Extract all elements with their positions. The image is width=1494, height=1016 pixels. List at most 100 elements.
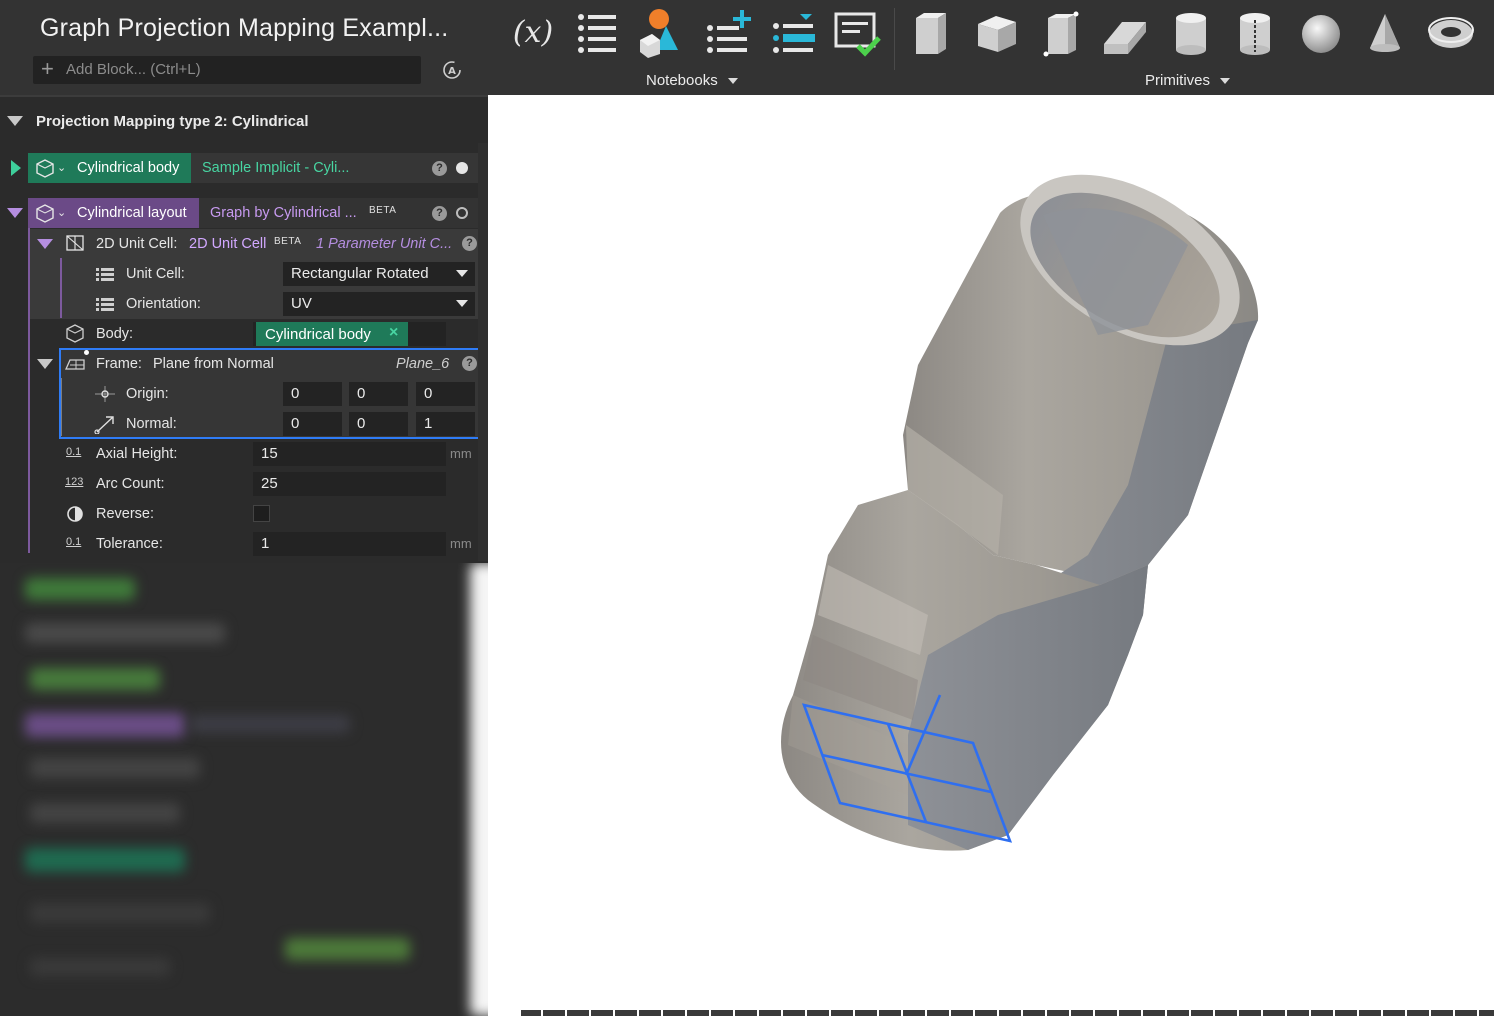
3d-viewport[interactable] <box>488 95 1494 1016</box>
help-icon[interactable]: ? <box>432 206 447 221</box>
cylindrical-body-name: Cylindrical body <box>77 160 180 176</box>
cone-primitive-icon[interactable] <box>1360 8 1410 58</box>
box-corner-primitive-icon[interactable] <box>1036 8 1086 58</box>
normal-x-input[interactable]: 0 <box>283 412 342 436</box>
arc-count-input[interactable]: 25 <box>253 472 446 496</box>
frame-name[interactable]: Plane_6 <box>396 356 449 372</box>
ruler-tick <box>1093 1010 1095 1016</box>
tolerance-label: Tolerance: <box>96 536 163 552</box>
axial-height-input[interactable]: 15 <box>253 442 446 466</box>
add-list-icon[interactable] <box>702 8 752 58</box>
ruler-tick <box>949 1010 951 1016</box>
chevron-down-icon[interactable]: ⌄ <box>57 161 66 174</box>
shapes-icon[interactable] <box>634 8 684 58</box>
list-highlight-icon[interactable] <box>768 8 818 58</box>
primitives-group-label[interactable]: Primitives <box>1145 72 1231 89</box>
checklist-icon[interactable] <box>832 8 882 58</box>
origin-z-input[interactable]: 0 <box>416 382 475 406</box>
help-icon[interactable]: ? <box>462 356 477 371</box>
ruler-tick <box>925 1010 927 1016</box>
ruler-tick <box>1213 1010 1215 1016</box>
collapse-block-icon[interactable] <box>7 208 23 218</box>
unit-cell-value: 1 Parameter Unit C... <box>316 236 453 252</box>
torus-primitive-icon[interactable] <box>1426 8 1476 58</box>
origin-y-input[interactable]: 0 <box>349 382 408 406</box>
notebook-title[interactable]: Graph Projection Mapping Exampl... <box>40 14 448 43</box>
cube-primitive-icon[interactable] <box>972 8 1022 58</box>
enum-list-icon <box>96 298 114 311</box>
ruler-tick <box>1405 1010 1407 1016</box>
cylindrical-body-value: Sample Implicit - Cyli... <box>202 160 350 176</box>
notebooks-group-label[interactable]: Notebooks <box>646 72 738 89</box>
ruler-tick <box>613 1010 615 1016</box>
point-icon <box>95 386 115 402</box>
reverse-checkbox[interactable] <box>253 505 270 522</box>
help-icon[interactable]: ? <box>462 236 477 251</box>
unit-cell-dropdown[interactable]: Rectangular Rotated <box>283 262 475 286</box>
ruler-tick <box>541 1010 543 1016</box>
orientation-dropdown[interactable]: UV <box>283 292 475 316</box>
dropdown-arrow-icon[interactable] <box>456 300 468 307</box>
ruler-tick <box>997 1010 999 1016</box>
ruler-tick <box>733 1010 735 1016</box>
ruler-tick <box>1453 1010 1455 1016</box>
normal-y-input[interactable]: 0 <box>349 412 408 436</box>
origin-x-input[interactable]: 0 <box>283 382 342 406</box>
wedge-primitive-icon[interactable] <box>1100 8 1150 58</box>
block-rail <box>60 258 62 318</box>
ruler-tick <box>1189 1010 1191 1016</box>
unit-cell-type: 2D Unit Cell <box>189 236 267 252</box>
box-primitive-icon[interactable] <box>906 8 956 58</box>
panel-scrollbar[interactable] <box>478 143 488 561</box>
dropdown-arrow-icon[interactable] <box>456 270 468 277</box>
decimal-icon: 0.1 <box>66 536 82 548</box>
body-label: Body: <box>96 326 134 342</box>
ruler-tick <box>757 1010 759 1016</box>
unit-cell-param-label: Unit Cell: <box>126 266 185 282</box>
collapse-block-icon[interactable] <box>37 239 53 249</box>
blurred-region <box>0 563 521 1016</box>
unit-cell-label: 2D Unit Cell: <box>96 236 178 252</box>
chevron-down-icon[interactable]: ⌄ <box>57 206 66 219</box>
lattice-body-icon <box>36 204 54 223</box>
cylinder-primitive-icon[interactable] <box>1166 8 1216 58</box>
sphere-primitive-icon[interactable] <box>1296 8 1346 58</box>
chevron-down-icon <box>727 78 738 85</box>
ruler-tick <box>1429 1010 1431 1016</box>
normal-z-input[interactable]: 1 <box>416 412 475 436</box>
frame-label: Frame: <box>96 356 142 372</box>
help-icon[interactable]: ? <box>432 161 447 176</box>
beta-badge: BETA <box>369 205 397 216</box>
boolean-icon <box>67 506 83 522</box>
cylinder-axis-primitive-icon[interactable] <box>1230 8 1280 58</box>
visibility-ring-icon[interactable] <box>456 207 468 219</box>
blurred-block <box>30 668 160 690</box>
cylindrical-layout-name: Cylindrical layout <box>77 205 187 221</box>
variable-icon[interactable]: (x) <box>508 8 558 58</box>
blurred-block <box>30 903 210 923</box>
auto-refresh-icon[interactable]: A <box>441 59 463 81</box>
blurred-block <box>30 958 170 976</box>
body-value: Cylindrical body <box>265 326 371 343</box>
implicit-body-icon <box>36 159 54 178</box>
expand-block-icon[interactable] <box>11 160 21 176</box>
origin-label: Origin: <box>126 386 169 402</box>
cylindrical-layout-value: Graph by Cylindrical ... <box>210 205 357 221</box>
ruler-tick <box>661 1010 663 1016</box>
ruler-tick <box>877 1010 879 1016</box>
visibility-dot-icon[interactable] <box>456 162 468 174</box>
ruler-tick <box>1165 1010 1167 1016</box>
collapse-section-icon[interactable] <box>7 116 23 126</box>
add-block-input[interactable]: + Add Block... (Ctrl+L) <box>33 56 421 84</box>
list-icon[interactable] <box>572 8 622 58</box>
arc-count-label: Arc Count: <box>96 476 165 492</box>
divider <box>0 95 488 97</box>
unit-label: mm <box>450 536 472 551</box>
remove-icon[interactable]: × <box>389 324 398 342</box>
ruler-tick <box>781 1010 783 1016</box>
collapse-block-icon[interactable] <box>37 359 53 369</box>
tolerance-input[interactable]: 1 <box>253 532 446 556</box>
viewport-ruler <box>521 1010 1494 1016</box>
ruler-tick <box>805 1010 807 1016</box>
blurred-block <box>25 848 185 872</box>
